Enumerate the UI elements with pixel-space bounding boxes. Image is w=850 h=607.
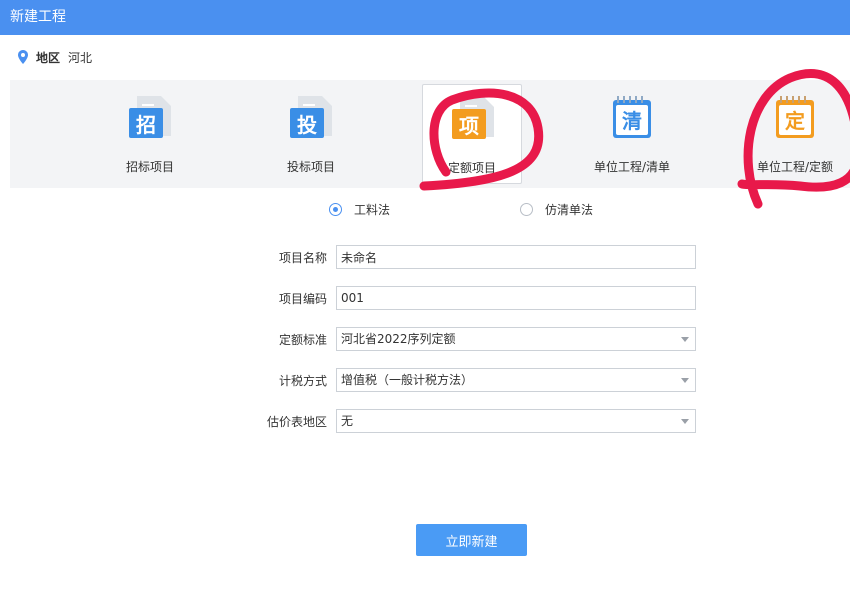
type-label: 投标项目 xyxy=(286,160,335,174)
select-value: 无 xyxy=(341,414,354,428)
estimate-region-label: 估价表地区 xyxy=(266,415,327,429)
radio-label: 工料法 xyxy=(354,203,391,217)
radio-unchecked-icon xyxy=(520,203,533,216)
bid-document-icon: 招 xyxy=(129,96,171,138)
new-project-dialog: 新建工程 地区 河北 招 招标项目 投 投标项目 项 定额项目 清 单位工程/清… xyxy=(0,0,850,607)
create-now-button[interactable]: 立即新建 xyxy=(416,524,527,556)
type-bid-project[interactable]: 招 招标项目 xyxy=(100,84,200,184)
tax-method-label: 计税方式 xyxy=(278,374,327,388)
radio-imitation-list[interactable]: 仿清单法 xyxy=(520,201,593,218)
type-label: 单位工程/清单 xyxy=(593,160,671,174)
quota-standard-label: 定额标准 xyxy=(278,333,327,347)
type-glyph: 招 xyxy=(136,113,156,137)
chevron-down-icon xyxy=(681,419,689,424)
method-radio-group: 工料法 仿清单法 xyxy=(0,195,850,221)
project-name-label: 项目名称 xyxy=(278,251,327,265)
radio-label: 仿清单法 xyxy=(545,203,594,217)
form-row-code: 项目编码 xyxy=(0,286,850,310)
quota-document-icon: 项 xyxy=(452,97,494,139)
type-label: 单位工程/定额 xyxy=(756,160,834,174)
type-tender-project[interactable]: 投 投标项目 xyxy=(261,84,361,184)
form-row-estimate-region: 估价表地区 无 xyxy=(0,409,850,433)
type-label: 定额项目 xyxy=(447,161,496,175)
type-label: 招标项目 xyxy=(125,160,174,174)
type-glyph: 项 xyxy=(459,114,479,138)
radio-labor-material[interactable]: 工料法 xyxy=(329,201,390,218)
form-row-standard: 定额标准 河北省2022序列定额 xyxy=(0,327,850,351)
estimate-region-select[interactable]: 无 xyxy=(336,409,696,433)
region-bar: 地区 河北 xyxy=(0,35,850,79)
form-row-tax: 计税方式 增值税（一般计税方法） xyxy=(0,368,850,392)
radio-checked-icon xyxy=(329,203,342,216)
tax-method-select[interactable]: 增值税（一般计税方法） xyxy=(336,368,696,392)
form-row-name: 项目名称 xyxy=(0,245,850,269)
type-quota-project[interactable]: 项 定额项目 xyxy=(422,84,522,184)
project-name-input[interactable] xyxy=(336,245,696,269)
project-code-label: 项目编码 xyxy=(278,292,327,306)
unit-list-document-icon: 清 xyxy=(613,96,651,138)
chevron-down-icon xyxy=(681,378,689,383)
quota-standard-select[interactable]: 河北省2022序列定额 xyxy=(336,327,696,351)
project-type-bar: 招 招标项目 投 投标项目 项 定额项目 清 单位工程/清单 定 单位工程/定额 xyxy=(10,80,850,188)
unit-quota-document-icon: 定 xyxy=(776,96,814,138)
project-code-input[interactable] xyxy=(336,286,696,310)
dialog-title: 新建工程 xyxy=(0,0,850,35)
type-glyph: 定 xyxy=(785,109,805,133)
select-value: 增值税（一般计税方法） xyxy=(341,373,474,387)
chevron-down-icon xyxy=(681,337,689,342)
region-label: 地区 xyxy=(36,50,61,65)
type-glyph: 投 xyxy=(297,113,317,137)
type-unit-quota-project[interactable]: 定 单位工程/定额 xyxy=(745,84,845,184)
region-value[interactable]: 河北 xyxy=(68,49,92,66)
type-glyph: 清 xyxy=(622,109,642,133)
select-value: 河北省2022序列定额 xyxy=(341,332,456,346)
type-unit-list-project[interactable]: 清 单位工程/清单 xyxy=(582,84,682,184)
location-pin-icon xyxy=(18,50,28,64)
tender-document-icon: 投 xyxy=(290,96,332,138)
